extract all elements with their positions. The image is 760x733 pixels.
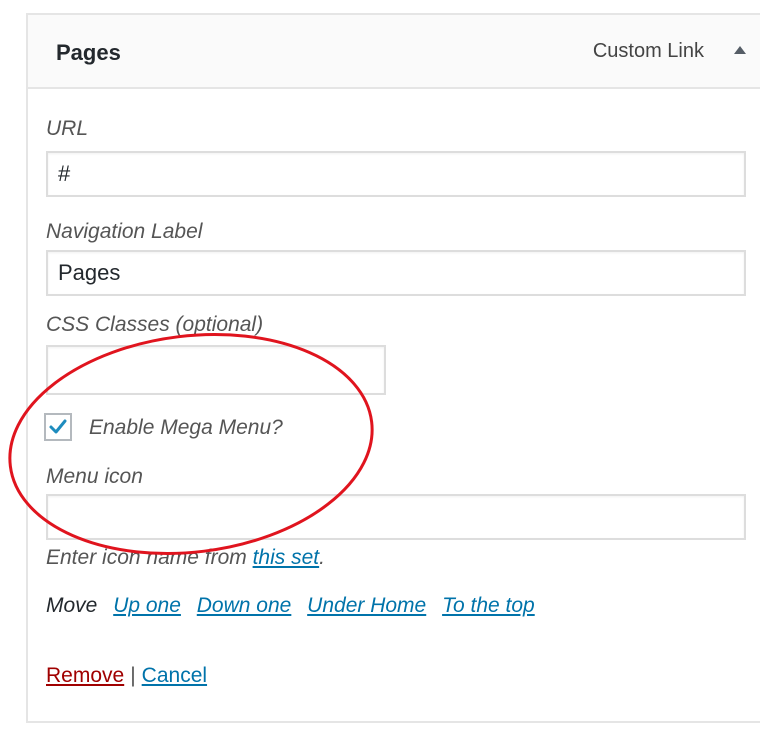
item-actions: Remove | Cancel [46,664,207,688]
enable-mega-menu-label[interactable]: Enable Mega Menu? [89,416,283,440]
url-input[interactable] [46,151,746,197]
navigation-label-input[interactable] [46,250,746,296]
menu-icon-input[interactable] [46,494,746,540]
arrow-up-icon[interactable] [734,46,746,54]
enable-mega-menu-checkbox[interactable] [44,413,72,441]
menu-item-header[interactable]: Pages Custom Link [28,15,760,89]
menu-icon-help: Enter icon name from this set. [46,546,325,570]
menu-icon-help-suffix: . [319,546,325,569]
move-to-top-link[interactable]: To the top [442,594,535,617]
move-up-one-link[interactable]: Up one [113,594,181,617]
move-down-one-link[interactable]: Down one [197,594,292,617]
checkmark-icon [49,419,67,434]
menu-item-type: Custom Link [592,40,704,62]
menu-icon-label: Menu icon [46,465,143,488]
remove-link[interactable]: Remove [46,664,124,687]
move-controls: Move Up one Down one Under Home To the t… [46,594,535,618]
cancel-link[interactable]: Cancel [142,664,207,687]
css-classes-label: CSS Classes (optional) [46,313,264,336]
css-classes-input[interactable] [46,345,386,395]
navigation-label-label: Navigation Label [46,220,203,243]
menu-item-settings-page: Pages Custom Link URL Navigation Label C… [0,0,760,733]
menu-item-title: Pages [56,40,121,65]
menu-icon-help-prefix: Enter icon name from [46,546,253,569]
actions-separator: | [130,664,136,687]
icon-set-link[interactable]: this set [253,546,320,569]
move-under-home-link[interactable]: Under Home [307,594,426,617]
move-label: Move [46,594,98,617]
url-label: URL [46,117,89,140]
